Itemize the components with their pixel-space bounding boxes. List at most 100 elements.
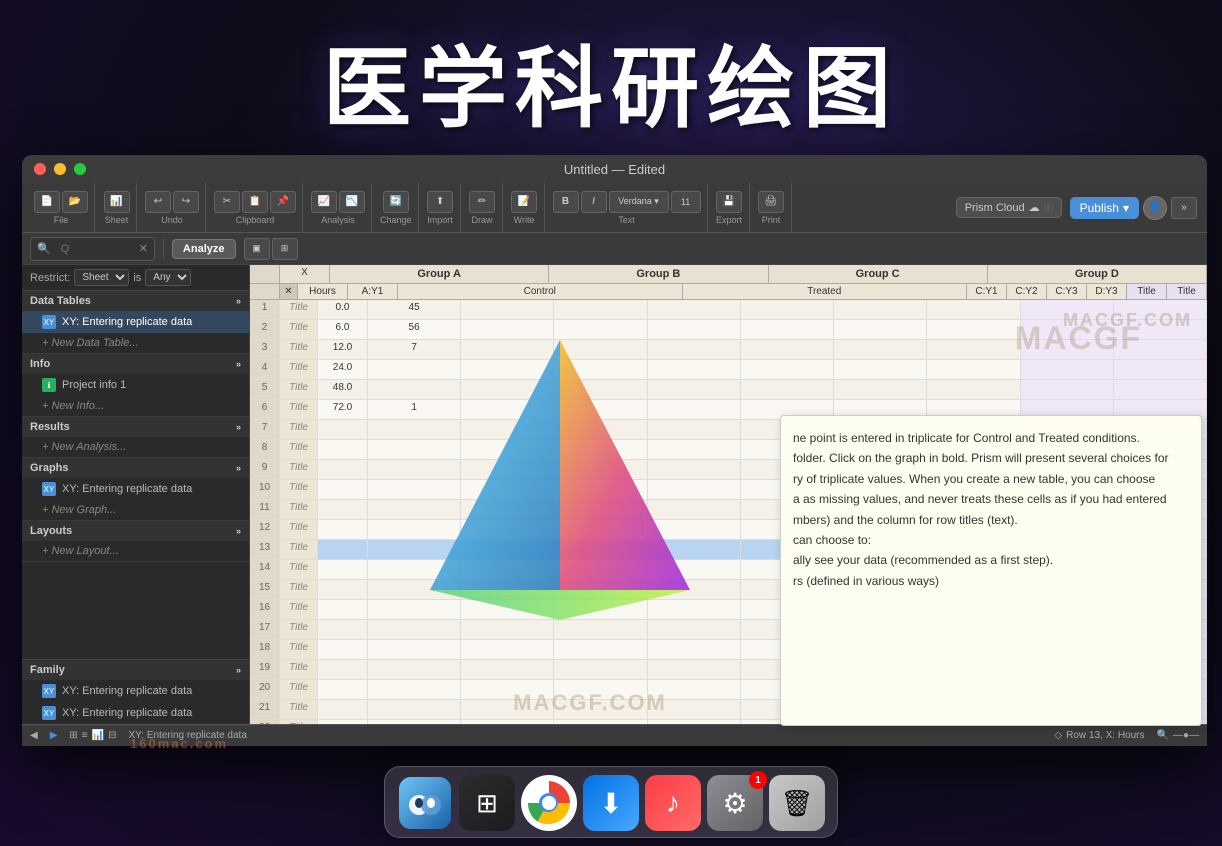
cell-a2[interactable] (554, 340, 647, 359)
cell-y1[interactable] (368, 660, 461, 679)
cell-y1[interactable] (368, 500, 461, 519)
analysis-btn[interactable]: 📈 (311, 191, 337, 213)
sidebar-item-xy-table[interactable]: XY XY: Entering replicate data (22, 311, 249, 333)
sidebar-item-new-analysis[interactable]: + New Analysis... (22, 437, 249, 457)
cell-y1[interactable] (368, 380, 461, 399)
cell-x-val[interactable] (318, 700, 368, 719)
cell-a1[interactable] (461, 480, 554, 499)
cell-b3[interactable] (927, 360, 1020, 379)
cell-a2[interactable] (554, 440, 647, 459)
cell-x-val[interactable]: 24.0 (318, 360, 368, 379)
table-row[interactable]: 4 Title 24.0 (250, 360, 1207, 380)
search-input[interactable] (55, 240, 135, 258)
cell-a3[interactable] (648, 580, 741, 599)
cell-c2[interactable] (1114, 320, 1207, 339)
cell-a2[interactable] (554, 660, 647, 679)
cell-title[interactable]: Title (280, 620, 318, 639)
copy-btn[interactable]: 📋 (242, 191, 268, 213)
cell-c2[interactable] (1114, 300, 1207, 319)
dock-chrome[interactable] (521, 775, 577, 831)
cell-x-val[interactable]: 12.0 (318, 340, 368, 359)
print-btn[interactable]: 🖨 (758, 191, 784, 213)
cell-b1[interactable] (741, 360, 834, 379)
results-header[interactable]: Results » (22, 417, 249, 437)
cell-b3[interactable] (927, 380, 1020, 399)
cell-b3[interactable] (927, 300, 1020, 319)
cell-a1[interactable] (461, 460, 554, 479)
import-btn[interactable]: ⬆ (427, 191, 453, 213)
file-new-btn[interactable]: 📄 (34, 191, 60, 213)
cell-a1[interactable] (461, 680, 554, 699)
table-row[interactable]: 2 Title 6.0 56 (250, 320, 1207, 340)
cell-b2[interactable] (834, 360, 927, 379)
cell-a3[interactable] (648, 360, 741, 379)
sheet-btn[interactable]: 📊 (104, 191, 130, 213)
dock-trash[interactable]: 🗑 (769, 775, 825, 831)
cell-y1[interactable]: 1 (368, 400, 461, 419)
cell-a2[interactable] (554, 560, 647, 579)
cell-x-val[interactable] (318, 620, 368, 639)
table-row[interactable]: 5 Title 48.0 (250, 380, 1207, 400)
cell-title[interactable]: Title (280, 480, 318, 499)
cell-title[interactable]: Title (280, 600, 318, 619)
cell-y1[interactable] (368, 620, 461, 639)
cell-a1[interactable] (461, 580, 554, 599)
cell-b1[interactable] (741, 340, 834, 359)
table-row[interactable]: 3 Title 12.0 7 (250, 340, 1207, 360)
cell-a1[interactable] (461, 720, 554, 724)
more-options-btn[interactable]: » (1171, 197, 1197, 219)
cell-a1[interactable] (461, 360, 554, 379)
cell-x-val[interactable] (318, 680, 368, 699)
cell-x-val[interactable] (318, 660, 368, 679)
cell-title[interactable]: Title (280, 520, 318, 539)
dock-finder[interactable] (397, 775, 453, 831)
layouts-header[interactable]: Layouts » (22, 521, 249, 541)
sidebar-item-project-info[interactable]: ℹ Project info 1 (22, 374, 249, 396)
cell-a2[interactable] (554, 720, 647, 724)
cell-x-val[interactable] (318, 420, 368, 439)
graphs-header[interactable]: Graphs » (22, 458, 249, 478)
cell-y1[interactable] (368, 420, 461, 439)
export-btn[interactable]: 💾 (716, 191, 742, 213)
status-nav-left[interactable]: ◀ (30, 730, 38, 741)
cell-a2[interactable] (554, 320, 647, 339)
undo-btn[interactable]: ↩ (145, 191, 171, 213)
chart-icon[interactable]: 📊 (92, 730, 104, 741)
cell-y1[interactable] (368, 600, 461, 619)
cell-c1[interactable] (1021, 340, 1114, 359)
cell-x-val[interactable]: 6.0 (318, 320, 368, 339)
cell-a3[interactable] (648, 300, 741, 319)
sidebar-family-item-1[interactable]: XY XY: Entering replicate data (22, 680, 249, 702)
sidebar-item-new-info[interactable]: + New Info... (22, 396, 249, 416)
cell-b2[interactable] (834, 380, 927, 399)
cell-a3[interactable] (648, 500, 741, 519)
cell-a3[interactable] (648, 660, 741, 679)
cell-title[interactable]: Title (280, 580, 318, 599)
cell-a3[interactable] (648, 460, 741, 479)
cell-a3[interactable] (648, 560, 741, 579)
cell-title[interactable]: Title (280, 300, 318, 319)
cell-a2[interactable] (554, 520, 647, 539)
search-clear-icon[interactable]: ✕ (139, 242, 148, 255)
cell-c1[interactable] (1021, 380, 1114, 399)
cell-a2[interactable] (554, 460, 647, 479)
cell-x-val[interactable] (318, 540, 368, 559)
cell-x-val[interactable] (318, 720, 368, 724)
toolbar-icon-2[interactable]: ⊞ (272, 238, 298, 260)
cell-title[interactable]: Title (280, 460, 318, 479)
publish-button[interactable]: Publish ▾ (1070, 197, 1139, 219)
user-avatar[interactable]: 👤 (1143, 196, 1167, 220)
cell-a1[interactable] (461, 520, 554, 539)
cell-a3[interactable] (648, 380, 741, 399)
cell-x-val[interactable] (318, 600, 368, 619)
family-header[interactable]: Family » (22, 660, 249, 680)
redo-btn[interactable]: ↪ (173, 191, 199, 213)
cell-a3[interactable] (648, 480, 741, 499)
analyze-button[interactable]: Analyze (172, 239, 236, 259)
cell-a3[interactable] (648, 620, 741, 639)
cell-y1[interactable] (368, 360, 461, 379)
cell-x-val[interactable] (318, 640, 368, 659)
cell-a2[interactable] (554, 680, 647, 699)
cell-x-val[interactable] (318, 560, 368, 579)
cell-a1[interactable] (461, 620, 554, 639)
